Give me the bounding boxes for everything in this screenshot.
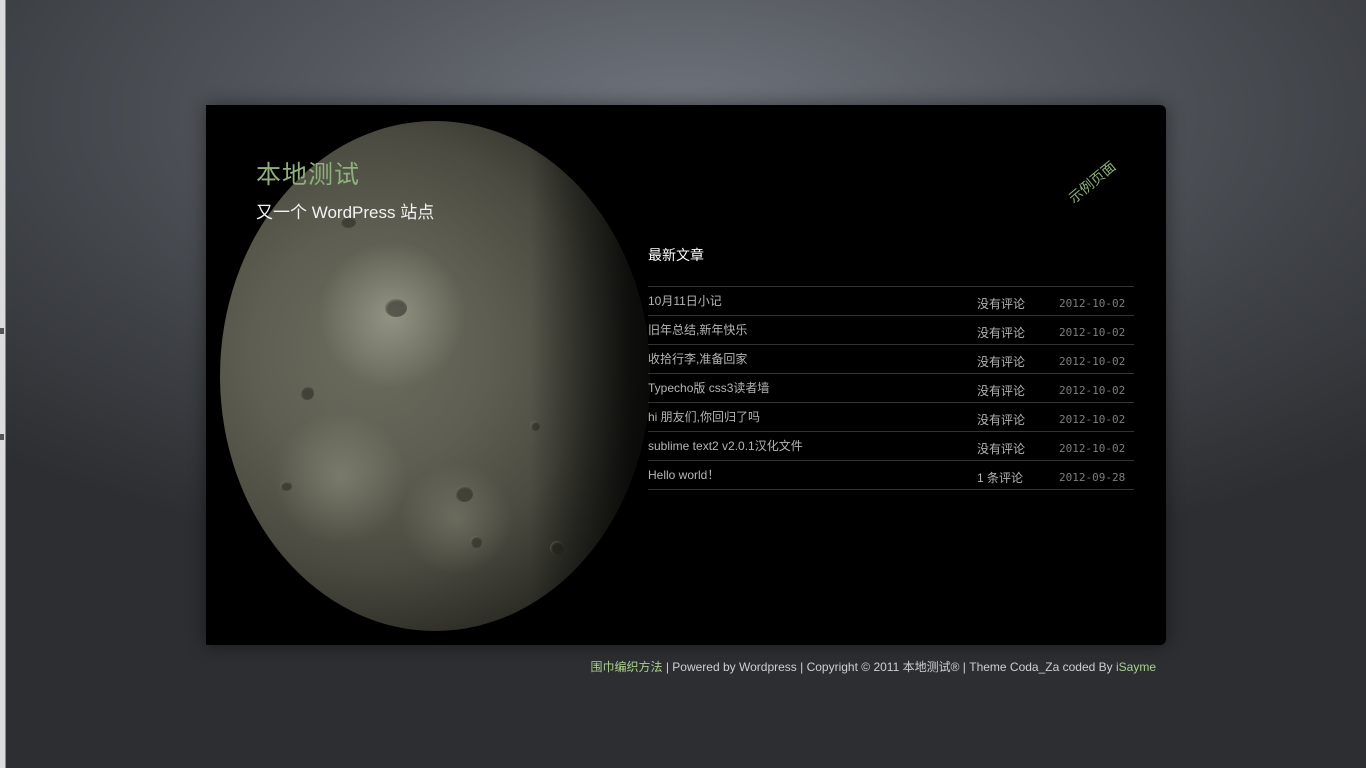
post-date: 2012-09-28 xyxy=(1059,471,1126,484)
post-title-link[interactable]: Typecho版 css3读者墙 xyxy=(648,379,769,396)
footer-separator: | xyxy=(662,660,673,674)
post-date: 2012-10-02 xyxy=(1059,384,1126,397)
site-title[interactable]: 本地测试 xyxy=(256,155,360,191)
post-comments-link[interactable]: 没有评论 xyxy=(977,440,1025,457)
post-date: 2012-10-02 xyxy=(1059,355,1126,368)
post-title-link[interactable]: 收拾行李,准备回家 xyxy=(648,350,747,367)
post-comments-link[interactable]: 没有评论 xyxy=(977,411,1025,428)
recent-posts-heading: 最新文章 xyxy=(648,247,704,263)
post-date: 2012-10-02 xyxy=(1059,297,1126,310)
post-title-link[interactable]: Hello world！ xyxy=(648,466,719,483)
window-left-edge xyxy=(0,0,6,768)
post-comments-link[interactable]: 没有评论 xyxy=(977,353,1025,370)
post-comments-link[interactable]: 没有评论 xyxy=(977,324,1025,341)
footer-powered-by: Powered by Wordpress xyxy=(672,660,797,674)
footer: 围巾编织方法 | Powered by Wordpress | Copyrigh… xyxy=(206,658,1156,675)
site-description: 又一个 WordPress 站点 xyxy=(256,203,435,222)
edge-arrow-icon xyxy=(0,328,4,334)
post-comments-link[interactable]: 没有评论 xyxy=(977,382,1025,399)
post-row: hi 朋友们,你回归了吗 没有评论 2012-10-02 xyxy=(648,403,1134,432)
footer-author-link[interactable]: iSayme xyxy=(1116,660,1156,674)
footer-separator: | xyxy=(959,660,970,674)
post-row: Typecho版 css3读者墙 没有评论 2012-10-02 xyxy=(648,374,1134,403)
crater-spot xyxy=(385,299,407,317)
post-title-link[interactable]: sublime text2 v2.0.1汉化文件 xyxy=(648,437,803,454)
crater-spot xyxy=(550,541,564,555)
post-list: 10月11日小记 没有评论 2012-10-02 旧年总结,新年快乐 没有评论 … xyxy=(648,286,1134,490)
nav-link-sample-page[interactable]: 示例页面 xyxy=(1064,156,1120,207)
post-date: 2012-10-02 xyxy=(1059,413,1126,426)
edge-arrow-icon xyxy=(0,434,4,440)
post-title-link[interactable]: hi 朋友们,你回归了吗 xyxy=(648,408,760,425)
post-row: sublime text2 v2.0.1汉化文件 没有评论 2012-10-02 xyxy=(648,432,1134,461)
post-row: 10月11日小记 没有评论 2012-10-02 xyxy=(648,287,1134,316)
crater-spot xyxy=(530,421,540,431)
post-title-link[interactable]: 10月11日小记 xyxy=(648,292,722,309)
crater-spot xyxy=(300,386,314,400)
post-date: 2012-10-02 xyxy=(1059,326,1126,339)
footer-link-scarf[interactable]: 围巾编织方法 xyxy=(590,660,662,674)
post-row: Hello world！ 1 条评论 2012-09-28 xyxy=(648,461,1134,490)
post-row: 收拾行李,准备回家 没有评论 2012-10-02 xyxy=(648,345,1134,374)
crater-spot xyxy=(455,486,473,502)
post-comments-link[interactable]: 1 条评论 xyxy=(977,469,1023,486)
footer-theme-credit: Theme Coda_Za coded By xyxy=(969,660,1116,674)
footer-copyright: Copyright © 2011 本地测试® xyxy=(806,660,960,674)
main-panel: 本地测试 又一个 WordPress 站点 示例页面 最新文章 10月11日小记… xyxy=(206,105,1166,645)
footer-separator: | xyxy=(796,660,807,674)
post-comments-link[interactable]: 没有评论 xyxy=(977,295,1025,312)
crater-spot xyxy=(280,481,292,491)
post-date: 2012-10-02 xyxy=(1059,442,1126,455)
recent-posts: 最新文章 10月11日小记 没有评论 2012-10-02 旧年总结,新年快乐 … xyxy=(648,244,1134,490)
crater-spot xyxy=(470,536,482,548)
post-title-link[interactable]: 旧年总结,新年快乐 xyxy=(648,321,747,338)
post-row: 旧年总结,新年快乐 没有评论 2012-10-02 xyxy=(648,316,1134,345)
